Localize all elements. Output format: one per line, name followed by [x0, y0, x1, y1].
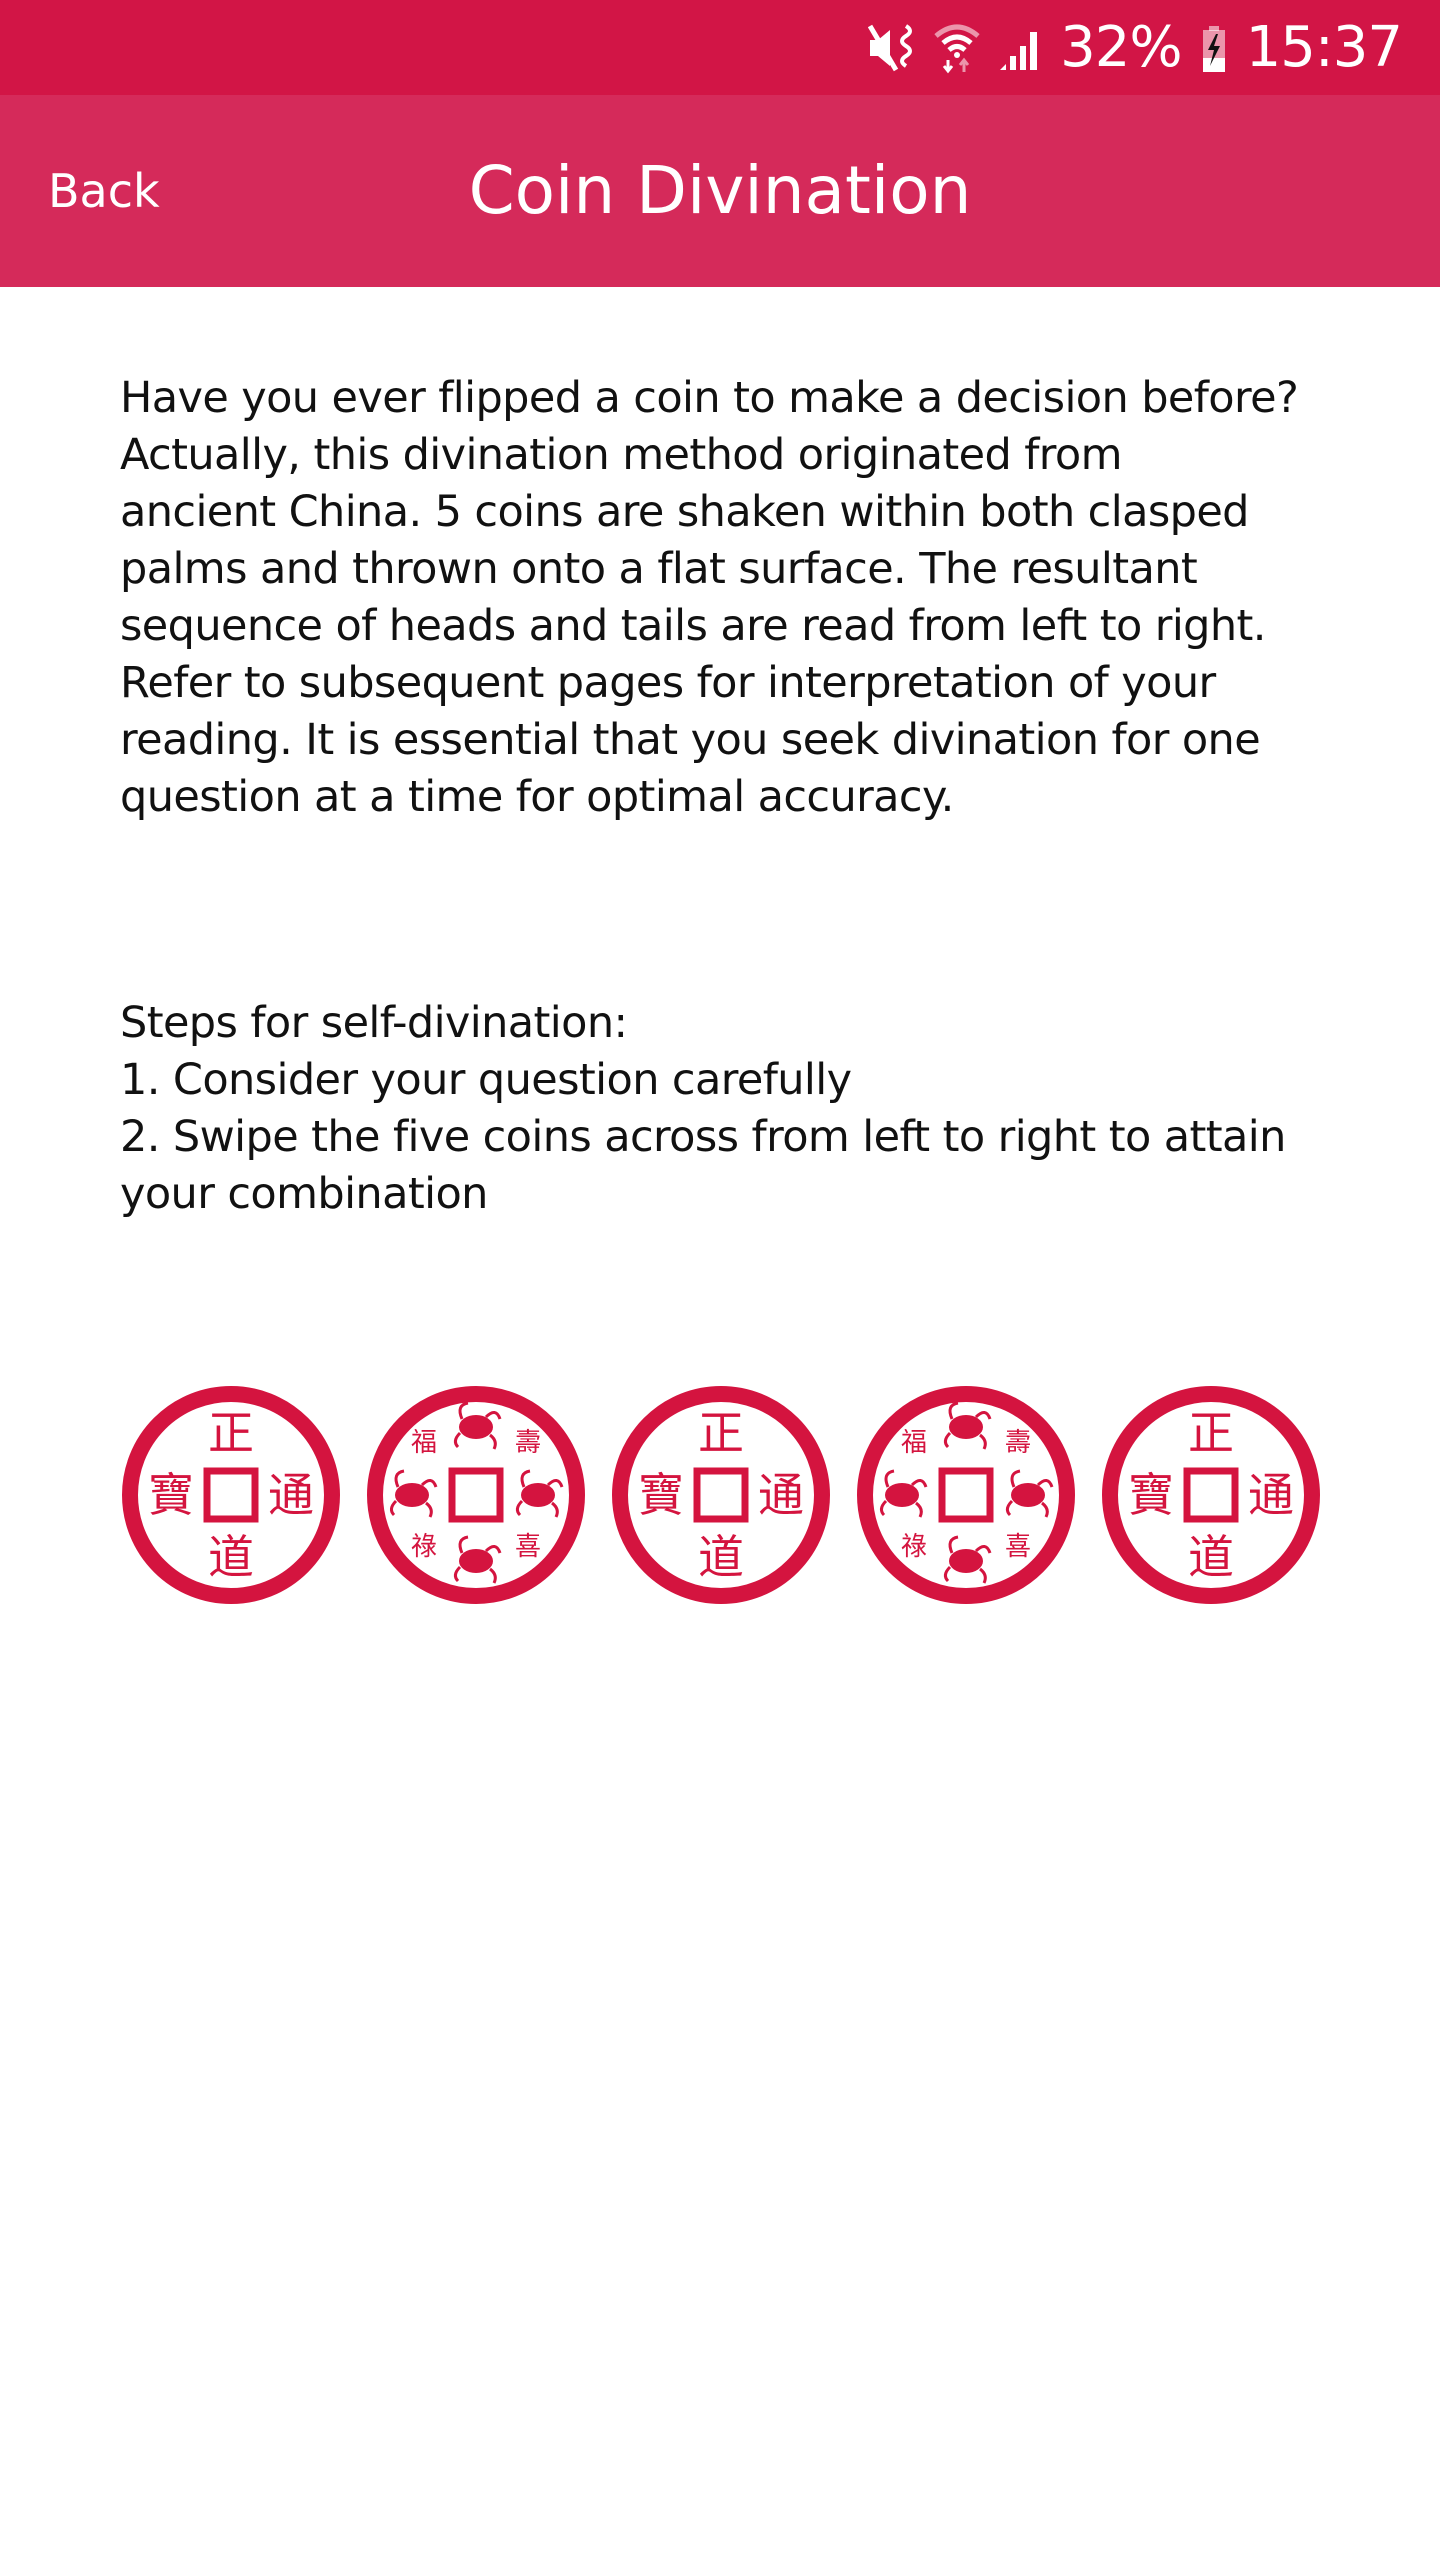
square-hole [1183, 1467, 1239, 1523]
intro-paragraph: Have you ever flipped a coin to make a d… [120, 370, 1350, 826]
coin-char-left: 寶 [1128, 1468, 1174, 1522]
cellular-signal-icon [998, 20, 1042, 76]
coin-char-top: 正 [698, 1406, 744, 1460]
coin-char-left: 寶 [148, 1468, 194, 1522]
step-item: your combination [120, 1169, 488, 1219]
coin-4[interactable]: 福 壽祿 喜 [856, 1385, 1076, 1605]
coin-mark: 福 [901, 1428, 927, 1458]
coin-5[interactable]: 正通道寶 [1101, 1385, 1321, 1605]
square-hole [938, 1467, 994, 1523]
status-icons: 32% 15:37 [868, 0, 1403, 95]
step-item: 1. Consider your question carefully [120, 1055, 852, 1105]
coin-char-bottom: 道 [698, 1530, 744, 1584]
battery-percent: 32% [1060, 15, 1182, 80]
coin-mark: 壽 [515, 1428, 541, 1458]
coin-2[interactable]: 福 壽祿 喜 [366, 1385, 586, 1605]
page-title: Coin Divination [468, 152, 972, 229]
battery-charging-icon [1200, 20, 1228, 76]
coin-mark: 壽 [1005, 1428, 1031, 1458]
intro-line: ancient China. 5 coins are shaken within… [120, 487, 1249, 537]
status-bar: 32% 15:37 [0, 0, 1440, 95]
coin-char-left: 寶 [638, 1468, 684, 1522]
step-item: 2. Swipe the five coins across from left… [120, 1112, 1286, 1162]
square-hole [203, 1467, 259, 1523]
intro-line: Have you ever flipped a coin to make a d… [120, 373, 1299, 423]
coin-char-bottom: 道 [1188, 1530, 1234, 1584]
mute-vibrate-icon [868, 20, 916, 76]
square-hole [693, 1467, 749, 1523]
steps-heading: Steps for self-divination: [120, 998, 628, 1048]
coin-mark: 福 [411, 1428, 437, 1458]
intro-line: Refer to subsequent pages for interpreta… [120, 658, 1216, 708]
intro-line: palms and thrown onto a flat surface. Th… [120, 544, 1198, 594]
coin-mark: 喜 [515, 1532, 541, 1562]
square-hole [448, 1467, 504, 1523]
coin-3[interactable]: 正通道寶 [611, 1385, 831, 1605]
coin-1[interactable]: 正通道寶 [121, 1385, 341, 1605]
coin-mark: 祿 [411, 1532, 437, 1562]
coin-row: 正通道寶 福壽祿喜 正通道寶 福壽祿喜 正通道寶 [0, 1385, 1440, 1605]
intro-line: reading. It is essential that you seek d… [120, 715, 1261, 765]
coin-mark: 祿 [901, 1532, 927, 1562]
clock: 15:37 [1245, 15, 1403, 80]
coin-char-right: 通 [1248, 1468, 1294, 1522]
coin-char-top: 正 [208, 1406, 254, 1460]
intro-line: question at a time for optimal accuracy. [120, 772, 954, 822]
app-header: Back Coin Divination [0, 95, 1440, 287]
coin-char-top: 正 [1188, 1406, 1234, 1460]
coin-char-right: 通 [268, 1468, 314, 1522]
back-button[interactable]: Back [48, 95, 160, 287]
intro-line: Actually, this divination method origina… [120, 430, 1123, 480]
coin-mark: 喜 [1005, 1532, 1031, 1562]
coin-char-right: 通 [758, 1468, 804, 1522]
intro-line: sequence of heads and tails are read fro… [120, 601, 1266, 651]
steps-section: Steps for self-divination: 1. Consider y… [120, 995, 1350, 1223]
wifi-data-icon [934, 20, 980, 76]
coin-char-bottom: 道 [208, 1530, 254, 1584]
